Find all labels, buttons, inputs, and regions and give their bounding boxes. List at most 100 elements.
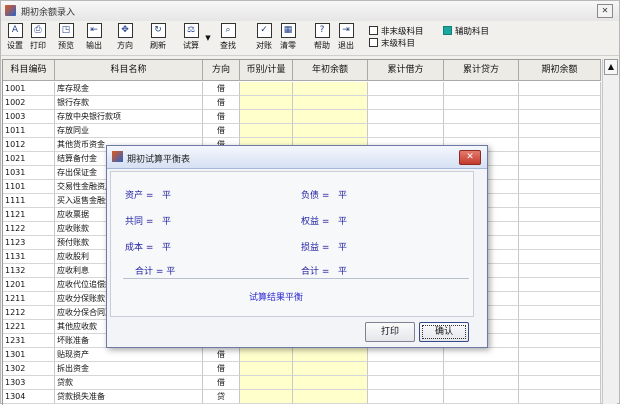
- currency-cell[interactable]: [240, 390, 293, 404]
- help-icon: ?: [314, 23, 330, 38]
- col-header-code[interactable]: 科目编码: [3, 60, 55, 81]
- currency-cell[interactable]: [240, 362, 293, 376]
- cum-credit-cell[interactable]: [444, 96, 519, 110]
- currency-cell[interactable]: [240, 110, 293, 124]
- opening-balance-cell[interactable]: [519, 390, 601, 404]
- opening-balance-cell[interactable]: [519, 278, 601, 292]
- opening-balance-cell[interactable]: [519, 320, 601, 334]
- clear-button[interactable]: ▦ 清零: [277, 23, 299, 53]
- close-button[interactable]: ✕: [597, 4, 613, 18]
- opening-balance-cell[interactable]: [519, 222, 601, 236]
- cum-credit-cell[interactable]: [444, 82, 519, 96]
- find-button[interactable]: ⌕ 查找: [217, 23, 239, 53]
- preview-icon: ◳: [58, 23, 74, 38]
- table-row[interactable]: 1301 贴现资产借: [3, 348, 601, 362]
- cum-debit-cell[interactable]: [368, 390, 444, 404]
- opening-balance-cell[interactable]: [519, 306, 601, 320]
- opening-balance-cell[interactable]: [519, 208, 601, 222]
- opening-balance-cell[interactable]: [519, 334, 601, 348]
- trial-balance-button[interactable]: ⚖ 试算: [179, 23, 203, 53]
- cum-credit-cell[interactable]: [444, 124, 519, 138]
- legend-leaf: 末级科目: [369, 37, 415, 49]
- vertical-scrollbar[interactable]: ▲: [602, 59, 618, 404]
- col-header-currency[interactable]: 币别/计量: [240, 60, 293, 81]
- cum-credit-cell[interactable]: [444, 390, 519, 404]
- opening-balance-cell[interactable]: [519, 110, 601, 124]
- scroll-up-button[interactable]: ▲: [604, 59, 618, 75]
- cum-debit-cell[interactable]: [368, 124, 444, 138]
- cum-debit-cell[interactable]: [368, 362, 444, 376]
- opening-year-cell[interactable]: [293, 390, 368, 404]
- opening-year-cell[interactable]: [293, 348, 368, 362]
- opening-balance-cell[interactable]: [519, 194, 601, 208]
- cum-credit-cell[interactable]: [444, 362, 519, 376]
- table-row[interactable]: 1001 库存现金借: [3, 82, 601, 96]
- clear-grid-icon: ▦: [280, 23, 296, 38]
- opening-balance-cell[interactable]: [519, 180, 601, 194]
- opening-balance-cell[interactable]: [519, 264, 601, 278]
- dialog-result-panel: 资产 = 平 负债 = 平 共同 = 平 权益 = 平 成本 = 平 损益 = …: [110, 171, 474, 317]
- currency-cell[interactable]: [240, 376, 293, 390]
- col-header-opening-year[interactable]: 年初余额: [293, 60, 368, 81]
- opening-balance-cell[interactable]: [519, 376, 601, 390]
- table-row[interactable]: 1302 拆出资金借: [3, 362, 601, 376]
- refresh-button[interactable]: ↻ 刷新: [146, 23, 170, 53]
- dialog-ok-button[interactable]: 确认: [419, 322, 469, 342]
- cum-credit-cell[interactable]: [444, 376, 519, 390]
- opening-balance-cell[interactable]: [519, 124, 601, 138]
- preview-button[interactable]: ◳ 预览: [55, 23, 77, 53]
- opening-year-cell[interactable]: [293, 110, 368, 124]
- opening-balance-cell[interactable]: [519, 292, 601, 306]
- col-header-cum-debit[interactable]: 累计借方: [368, 60, 444, 81]
- opening-balance-cell[interactable]: [519, 82, 601, 96]
- opening-balance-cell[interactable]: [519, 362, 601, 376]
- cum-debit-cell[interactable]: [368, 82, 444, 96]
- opening-year-cell[interactable]: [293, 376, 368, 390]
- cum-debit-cell[interactable]: [368, 376, 444, 390]
- table-row[interactable]: 1011 存放同业借: [3, 124, 601, 138]
- opening-balance-cell[interactable]: [519, 250, 601, 264]
- cum-debit-cell[interactable]: [368, 110, 444, 124]
- reconcile-button[interactable]: ✓ 对账: [253, 23, 275, 53]
- dialog-close-button[interactable]: ✕: [459, 150, 481, 165]
- exit-button[interactable]: ⇥ 退出: [335, 23, 357, 53]
- table-row[interactable]: 1003 存放中央银行款项借: [3, 110, 601, 124]
- code-cell: 1021: [3, 152, 55, 166]
- table-row[interactable]: 1304 贷款损失准备贷: [3, 390, 601, 404]
- trial-dropdown[interactable]: ▼: [204, 23, 212, 63]
- opening-balance-cell[interactable]: [519, 138, 601, 152]
- cum-debit-cell[interactable]: [368, 348, 444, 362]
- col-header-direction[interactable]: 方向: [203, 60, 240, 81]
- col-header-opening-balance[interactable]: 期初余额: [519, 60, 601, 81]
- currency-cell[interactable]: [240, 124, 293, 138]
- help-button[interactable]: ? 帮助: [311, 23, 333, 53]
- currency-cell[interactable]: [240, 348, 293, 362]
- table-row[interactable]: 1002 银行存款借: [3, 96, 601, 110]
- opening-year-cell[interactable]: [293, 124, 368, 138]
- col-header-name[interactable]: 科目名称: [55, 60, 203, 81]
- cum-credit-cell[interactable]: [444, 110, 519, 124]
- liabilities-line: 负债 = 平: [301, 191, 348, 201]
- settings-button[interactable]: A 设置: [5, 23, 25, 53]
- currency-cell[interactable]: [240, 82, 293, 96]
- opening-year-cell[interactable]: [293, 362, 368, 376]
- opening-balance-cell[interactable]: [519, 236, 601, 250]
- toolbar: A 设置 ⎙ 打印 ◳ 预览 ⇤ 输出 ✥ 方向 ↻ 刷新 ⚖ 试算 ▼ ⌕ 查找 ✓ 对账 ▦ 清…: [1, 21, 619, 56]
- table-row[interactable]: 1303 贷款借: [3, 376, 601, 390]
- cum-credit-cell[interactable]: [444, 348, 519, 362]
- export-button[interactable]: ⇤ 输出: [83, 23, 105, 53]
- dialog-print-button[interactable]: 打印: [365, 322, 415, 342]
- cum-debit-cell[interactable]: [368, 96, 444, 110]
- opening-balance-cell[interactable]: [519, 152, 601, 166]
- opening-balance-cell[interactable]: [519, 166, 601, 180]
- opening-balance-cell[interactable]: [519, 348, 601, 362]
- direction-button[interactable]: ✥ 方向: [113, 23, 137, 53]
- print-button[interactable]: ⎙ 打印: [27, 23, 49, 53]
- settings-icon: A: [7, 23, 23, 38]
- currency-cell[interactable]: [240, 96, 293, 110]
- opening-year-cell[interactable]: [293, 96, 368, 110]
- opening-year-cell[interactable]: [293, 82, 368, 96]
- leaf-swatch: [369, 38, 378, 47]
- opening-balance-cell[interactable]: [519, 96, 601, 110]
- col-header-cum-credit[interactable]: 累计贷方: [444, 60, 519, 81]
